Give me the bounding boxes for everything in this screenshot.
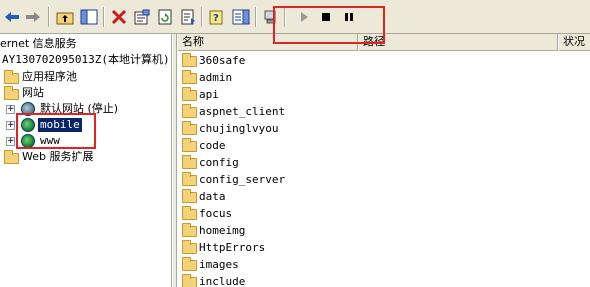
list-item[interactable]: chujinglvyou [177,120,590,137]
list-item[interactable]: api [177,86,590,103]
list-item-name: chujinglvyou [199,122,279,135]
list-item-name: code [199,139,226,152]
show-hide-action-pane-icon [232,9,250,25]
export-list-button[interactable] [179,8,197,26]
list-item[interactable]: admin [177,69,590,86]
tree-node-label: AY130702095013Z(本地计算机) [2,53,170,66]
folder-icon [4,150,19,164]
tree-node-label: 网站 [22,86,44,99]
folder-icon [4,70,19,84]
forward-button[interactable] [24,8,42,26]
show-hide-action-pane-button[interactable] [232,8,250,26]
folder-icon [182,70,197,84]
back-arrow-icon [5,12,19,22]
tree-node-label: Web 服务扩展 [22,150,94,163]
list-item-name: focus [199,207,233,220]
details-list: 名称 路径 状况 360safe admin api aspnet_client… [177,34,590,287]
folder-icon [182,189,197,203]
folder-icon [182,121,197,135]
list-item-name: config_server [199,173,286,186]
list-item-name: config [199,156,239,169]
folder-icon [182,87,197,101]
back-button[interactable] [3,8,21,26]
toolbar-separator [103,7,105,27]
folder-icon [182,223,197,237]
list-item[interactable]: images [177,256,590,273]
folder-icon [182,53,197,67]
folder-icon [182,257,197,271]
list-item[interactable]: aspnet_client [177,103,590,120]
toolbar-separator [201,7,203,27]
help-button[interactable]: ? [208,8,226,26]
list-item-name: api [199,88,219,101]
properties-button[interactable] [133,8,151,26]
annotation-highlight-box [16,113,96,149]
forward-arrow-icon [26,12,40,22]
list-item-name: data [199,190,226,203]
list-item[interactable]: code [177,137,590,154]
list-item[interactable]: focus [177,205,590,222]
list-item[interactable]: config_server [177,171,590,188]
delete-button[interactable] [110,8,128,26]
list-item-name: HttpErrors [199,241,266,254]
export-list-icon [181,9,195,25]
refresh-icon [158,9,172,25]
list-item[interactable]: 360safe [177,52,590,69]
expand-plus-icon[interactable]: + [6,121,15,130]
folder-icon [182,138,197,152]
list-item-name: 360safe [199,54,246,67]
list-item[interactable]: HttpErrors [177,239,590,256]
list-item-name: images [199,258,239,271]
list-item-name: include [199,275,246,287]
show-hide-tree-button[interactable] [80,8,98,26]
help-icon: ? [209,10,223,25]
svg-text:?: ? [213,13,219,24]
column-header-path[interactable]: 路径 [358,34,558,51]
expand-plus-icon[interactable]: + [6,105,15,114]
folder-icon [182,274,197,287]
show-hide-tree-icon [80,9,98,25]
column-header-status[interactable]: 状况 [558,34,590,51]
list-item-name: admin [199,71,233,84]
folder-icon [4,86,19,100]
toolbar-separator [48,7,50,27]
list-item[interactable]: config [177,154,590,171]
list-item[interactable]: include [177,273,590,287]
refresh-button[interactable] [156,8,174,26]
tree-node-label: 应用程序池 [22,70,77,83]
expand-plus-icon[interactable]: + [6,137,15,146]
properties-icon [134,9,150,25]
up-level-button[interactable] [56,8,74,26]
folder-icon [182,104,197,118]
folder-icon [182,240,197,254]
toolbar-separator [255,7,257,27]
list-item[interactable]: homeimg [177,222,590,239]
console-tree: ernet 信息服务 AY130702095013Z(本地计算机) 应用程序池 … [0,34,172,287]
delete-icon [111,9,127,25]
tree-node-label: ernet 信息服务 [0,37,77,50]
list-item[interactable]: data [177,188,590,205]
folder-icon [182,155,197,169]
folder-icon [182,206,197,220]
list-item-name: aspnet_client [199,105,286,118]
list-item-name: homeimg [199,224,246,237]
up-level-icon [56,12,74,25]
folder-icon [182,172,197,186]
annotation-highlight-box [273,6,385,44]
